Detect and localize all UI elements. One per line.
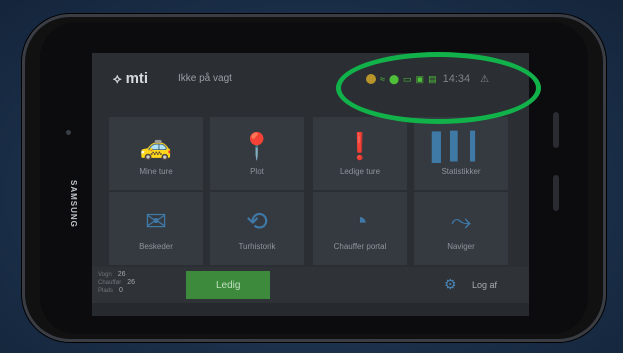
power-button: [553, 175, 559, 211]
duty-status: Ikke på vagt: [178, 73, 232, 84]
camera-icon: [66, 130, 71, 135]
tile-plot[interactable]: 📍 Plot: [210, 117, 304, 190]
bottom-bar: Vogn 26 Chauffør 26 Plads 0 Ledig ⚙ Log af: [92, 267, 529, 303]
route-icon: ⤳: [450, 206, 472, 236]
gear-icon[interactable]: ⚙: [444, 276, 457, 293]
tile-chauffer-portal[interactable]: ◔ Chauffer portal: [313, 192, 407, 265]
tile-label: Naviger: [447, 242, 475, 251]
stat-label: Chauffør: [98, 280, 122, 286]
tile-label: Ledige ture: [339, 167, 381, 176]
volume-button: [553, 112, 559, 148]
envelope-icon: ✉: [145, 206, 167, 236]
map-pin-icon: 📍: [240, 131, 274, 161]
tile-beskeder[interactable]: ✉ Beskeder: [109, 192, 203, 265]
tile-mine-ture[interactable]: 🚕 Mine ture: [109, 117, 203, 190]
logoff-button[interactable]: Log af: [472, 280, 497, 290]
screen-footer: [92, 303, 529, 316]
stat-value: 26: [117, 271, 126, 278]
bar-chart-icon: ▌▍▎: [431, 131, 491, 161]
exclamation-icon: ❗: [343, 131, 377, 161]
tile-turhistorik[interactable]: ⟲ Turhistorik: [210, 192, 304, 265]
stat-value: 0: [119, 287, 123, 294]
vehicle-stats: Vogn 26 Chauffør 26 Plads 0: [98, 271, 135, 295]
mti-logo: ⟡ mti: [113, 70, 148, 87]
logo-text: mti: [125, 70, 149, 87]
tile-label: Mine ture: [139, 167, 173, 176]
tile-naviger[interactable]: ⤳ Naviger: [414, 192, 508, 265]
stat-label: Plads: [98, 288, 114, 294]
tile-label: Turhistorik: [238, 242, 276, 251]
ledig-button[interactable]: Ledig: [186, 271, 270, 299]
stat-row: Chauffør 26: [98, 279, 135, 287]
taxi-icon: 🚕: [139, 131, 173, 161]
stat-row: Plads 0: [98, 287, 135, 295]
stat-row: Vogn 26: [98, 271, 135, 279]
tile-label: Chauffer portal: [333, 242, 387, 251]
stat-label: Vogn: [98, 272, 112, 278]
tile-ledige-ture[interactable]: ❗ Ledige ture: [313, 117, 407, 190]
tile-statistikker[interactable]: ▌▍▎ Statistikker: [414, 117, 508, 190]
tile-label: Plot: [250, 167, 264, 176]
highlight-oval: [336, 52, 541, 124]
tile-label: Beskeder: [139, 242, 173, 251]
speedometer-icon: ◔: [352, 206, 368, 236]
history-icon: ⟲: [246, 206, 268, 236]
brand-label: SAMSUNG: [69, 180, 78, 228]
tile-label: Statistikker: [441, 167, 481, 176]
logo-diamond-icon: ⟡: [113, 71, 122, 86]
stat-value: 26: [127, 279, 136, 286]
